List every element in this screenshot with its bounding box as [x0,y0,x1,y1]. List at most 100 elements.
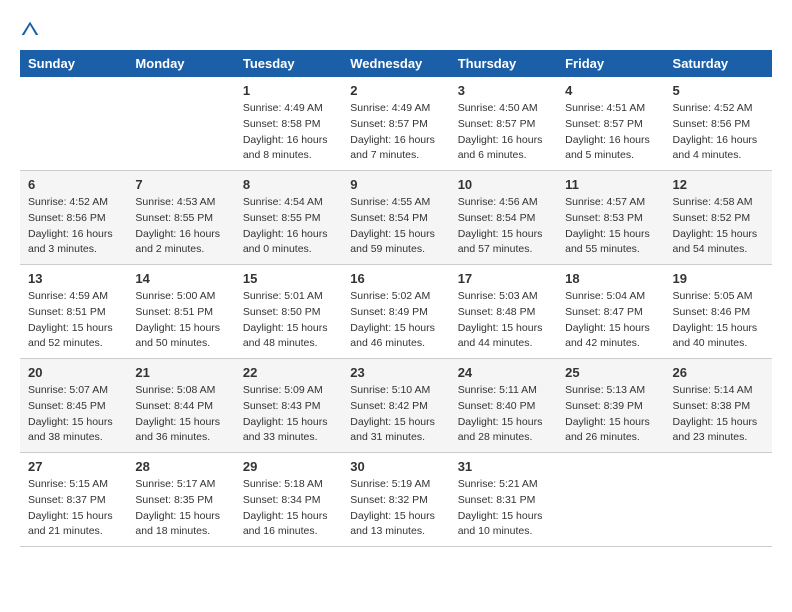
weekday-header-sunday: Sunday [20,50,127,77]
day-info: Sunrise: 4:59 AMSunset: 8:51 PMDaylight:… [28,289,119,352]
calendar-cell: 16 Sunrise: 5:02 AMSunset: 8:49 PMDayligh… [342,265,449,359]
day-number: 31 [458,459,549,474]
weekday-header-monday: Monday [127,50,234,77]
calendar-cell: 18 Sunrise: 5:04 AMSunset: 8:47 PMDayligh… [557,265,664,359]
day-number: 3 [458,83,549,98]
day-number: 10 [458,177,549,192]
day-info: Sunrise: 5:19 AMSunset: 8:32 PMDaylight:… [350,477,441,540]
day-number: 2 [350,83,441,98]
calendar-week-row: 6 Sunrise: 4:52 AMSunset: 8:56 PMDaylight… [20,171,772,265]
day-info: Sunrise: 5:17 AMSunset: 8:35 PMDaylight:… [135,477,226,540]
calendar-cell: 3 Sunrise: 4:50 AMSunset: 8:57 PMDaylight… [450,77,557,171]
logo-icon [20,20,40,40]
day-info: Sunrise: 5:04 AMSunset: 8:47 PMDaylight:… [565,289,656,352]
calendar-cell: 29 Sunrise: 5:18 AMSunset: 8:34 PMDayligh… [235,453,342,547]
day-info: Sunrise: 5:13 AMSunset: 8:39 PMDaylight:… [565,383,656,446]
calendar-cell: 11Sunrise: 4:57 AMSunset: 8:53 PMDayligh… [557,171,664,265]
calendar-cell: 6 Sunrise: 4:52 AMSunset: 8:56 PMDaylight… [20,171,127,265]
day-info: Sunrise: 4:51 AMSunset: 8:57 PMDaylight:… [565,101,656,164]
day-number: 24 [458,365,549,380]
day-info: Sunrise: 5:10 AMSunset: 8:42 PMDaylight:… [350,383,441,446]
calendar-cell: 20 Sunrise: 5:07 AMSunset: 8:45 PMDayligh… [20,359,127,453]
day-number: 1 [243,83,334,98]
day-info: Sunrise: 5:00 AMSunset: 8:51 PMDaylight:… [135,289,226,352]
day-info: Sunrise: 4:56 AMSunset: 8:54 PMDaylight:… [458,195,549,258]
calendar-cell: 15 Sunrise: 5:01 AMSunset: 8:50 PMDayligh… [235,265,342,359]
day-info: Sunrise: 4:58 AMSunset: 8:52 PMDaylight:… [673,195,764,258]
calendar-week-row: 20 Sunrise: 5:07 AMSunset: 8:45 PMDayligh… [20,359,772,453]
day-info: Sunrise: 4:52 AMSunset: 8:56 PMDaylight:… [673,101,764,164]
day-info: Sunrise: 5:14 AMSunset: 8:38 PMDaylight:… [673,383,764,446]
day-info: Sunrise: 5:02 AMSunset: 8:49 PMDaylight:… [350,289,441,352]
day-info: Sunrise: 4:49 AMSunset: 8:58 PMDaylight:… [243,101,334,164]
day-info: Sunrise: 5:08 AMSunset: 8:44 PMDaylight:… [135,383,226,446]
day-info: Sunrise: 5:01 AMSunset: 8:50 PMDaylight:… [243,289,334,352]
calendar-cell: 21 Sunrise: 5:08 AMSunset: 8:44 PMDayligh… [127,359,234,453]
day-info: Sunrise: 4:53 AMSunset: 8:55 PMDaylight:… [135,195,226,258]
day-number: 9 [350,177,441,192]
day-number: 12 [673,177,764,192]
day-info: Sunrise: 5:09 AMSunset: 8:43 PMDaylight:… [243,383,334,446]
day-number: 11 [565,177,656,192]
calendar-cell: 2 Sunrise: 4:49 AMSunset: 8:57 PMDaylight… [342,77,449,171]
day-number: 15 [243,271,334,286]
calendar-week-row: 1 Sunrise: 4:49 AMSunset: 8:58 PMDaylight… [20,77,772,171]
calendar-cell: 23 Sunrise: 5:10 AMSunset: 8:42 PMDayligh… [342,359,449,453]
day-info: Sunrise: 5:03 AMSunset: 8:48 PMDaylight:… [458,289,549,352]
day-info: Sunrise: 5:15 AMSunset: 8:37 PMDaylight:… [28,477,119,540]
calendar-cell: 31 Sunrise: 5:21 AMSunset: 8:31 PMDayligh… [450,453,557,547]
day-number: 18 [565,271,656,286]
calendar-week-row: 13Sunrise: 4:59 AMSunset: 8:51 PMDayligh… [20,265,772,359]
weekday-header-friday: Friday [557,50,664,77]
calendar-cell: 12 Sunrise: 4:58 AMSunset: 8:52 PMDayligh… [665,171,772,265]
calendar-cell: 30 Sunrise: 5:19 AMSunset: 8:32 PMDayligh… [342,453,449,547]
day-number: 20 [28,365,119,380]
calendar-table: SundayMondayTuesdayWednesdayThursdayFrid… [20,50,772,547]
day-number: 26 [673,365,764,380]
calendar-cell: 7Sunrise: 4:53 AMSunset: 8:55 PMDaylight… [127,171,234,265]
day-number: 16 [350,271,441,286]
day-number: 8 [243,177,334,192]
calendar-cell: 5Sunrise: 4:52 AMSunset: 8:56 PMDaylight… [665,77,772,171]
day-number: 14 [135,271,226,286]
calendar-cell [665,453,772,547]
calendar-cell: 4 Sunrise: 4:51 AMSunset: 8:57 PMDaylight… [557,77,664,171]
day-number: 21 [135,365,226,380]
calendar-cell: 22 Sunrise: 5:09 AMSunset: 8:43 PMDayligh… [235,359,342,453]
day-info: Sunrise: 4:55 AMSunset: 8:54 PMDaylight:… [350,195,441,258]
day-info: Sunrise: 4:50 AMSunset: 8:57 PMDaylight:… [458,101,549,164]
calendar-cell: 26 Sunrise: 5:14 AMSunset: 8:38 PMDayligh… [665,359,772,453]
calendar-cell: 13Sunrise: 4:59 AMSunset: 8:51 PMDayligh… [20,265,127,359]
weekday-header-row: SundayMondayTuesdayWednesdayThursdayFrid… [20,50,772,77]
weekday-header-wednesday: Wednesday [342,50,449,77]
calendar-cell: 1 Sunrise: 4:49 AMSunset: 8:58 PMDaylight… [235,77,342,171]
day-number: 30 [350,459,441,474]
day-number: 29 [243,459,334,474]
day-info: Sunrise: 4:52 AMSunset: 8:56 PMDaylight:… [28,195,119,258]
day-info: Sunrise: 5:11 AMSunset: 8:40 PMDaylight:… [458,383,549,446]
day-info: Sunrise: 5:18 AMSunset: 8:34 PMDaylight:… [243,477,334,540]
calendar-cell: 17Sunrise: 5:03 AMSunset: 8:48 PMDayligh… [450,265,557,359]
day-info: Sunrise: 4:49 AMSunset: 8:57 PMDaylight:… [350,101,441,164]
calendar-cell: 19Sunrise: 5:05 AMSunset: 8:46 PMDayligh… [665,265,772,359]
calendar-cell: 24 Sunrise: 5:11 AMSunset: 8:40 PMDayligh… [450,359,557,453]
day-number: 22 [243,365,334,380]
calendar-cell: 27 Sunrise: 5:15 AMSunset: 8:37 PMDayligh… [20,453,127,547]
calendar-cell: 8Sunrise: 4:54 AMSunset: 8:55 PMDaylight… [235,171,342,265]
calendar-cell: 25 Sunrise: 5:13 AMSunset: 8:39 PMDayligh… [557,359,664,453]
calendar-week-row: 27 Sunrise: 5:15 AMSunset: 8:37 PMDayligh… [20,453,772,547]
day-info: Sunrise: 5:07 AMSunset: 8:45 PMDaylight:… [28,383,119,446]
day-number: 27 [28,459,119,474]
day-number: 4 [565,83,656,98]
weekday-header-thursday: Thursday [450,50,557,77]
day-info: Sunrise: 5:05 AMSunset: 8:46 PMDaylight:… [673,289,764,352]
day-number: 6 [28,177,119,192]
day-info: Sunrise: 5:21 AMSunset: 8:31 PMDaylight:… [458,477,549,540]
calendar-cell [557,453,664,547]
page-header [20,20,772,40]
calendar-cell: 10 Sunrise: 4:56 AMSunset: 8:54 PMDayligh… [450,171,557,265]
calendar-cell: 28Sunrise: 5:17 AMSunset: 8:35 PMDayligh… [127,453,234,547]
day-number: 25 [565,365,656,380]
calendar-cell: 14 Sunrise: 5:00 AMSunset: 8:51 PMDayligh… [127,265,234,359]
day-number: 23 [350,365,441,380]
